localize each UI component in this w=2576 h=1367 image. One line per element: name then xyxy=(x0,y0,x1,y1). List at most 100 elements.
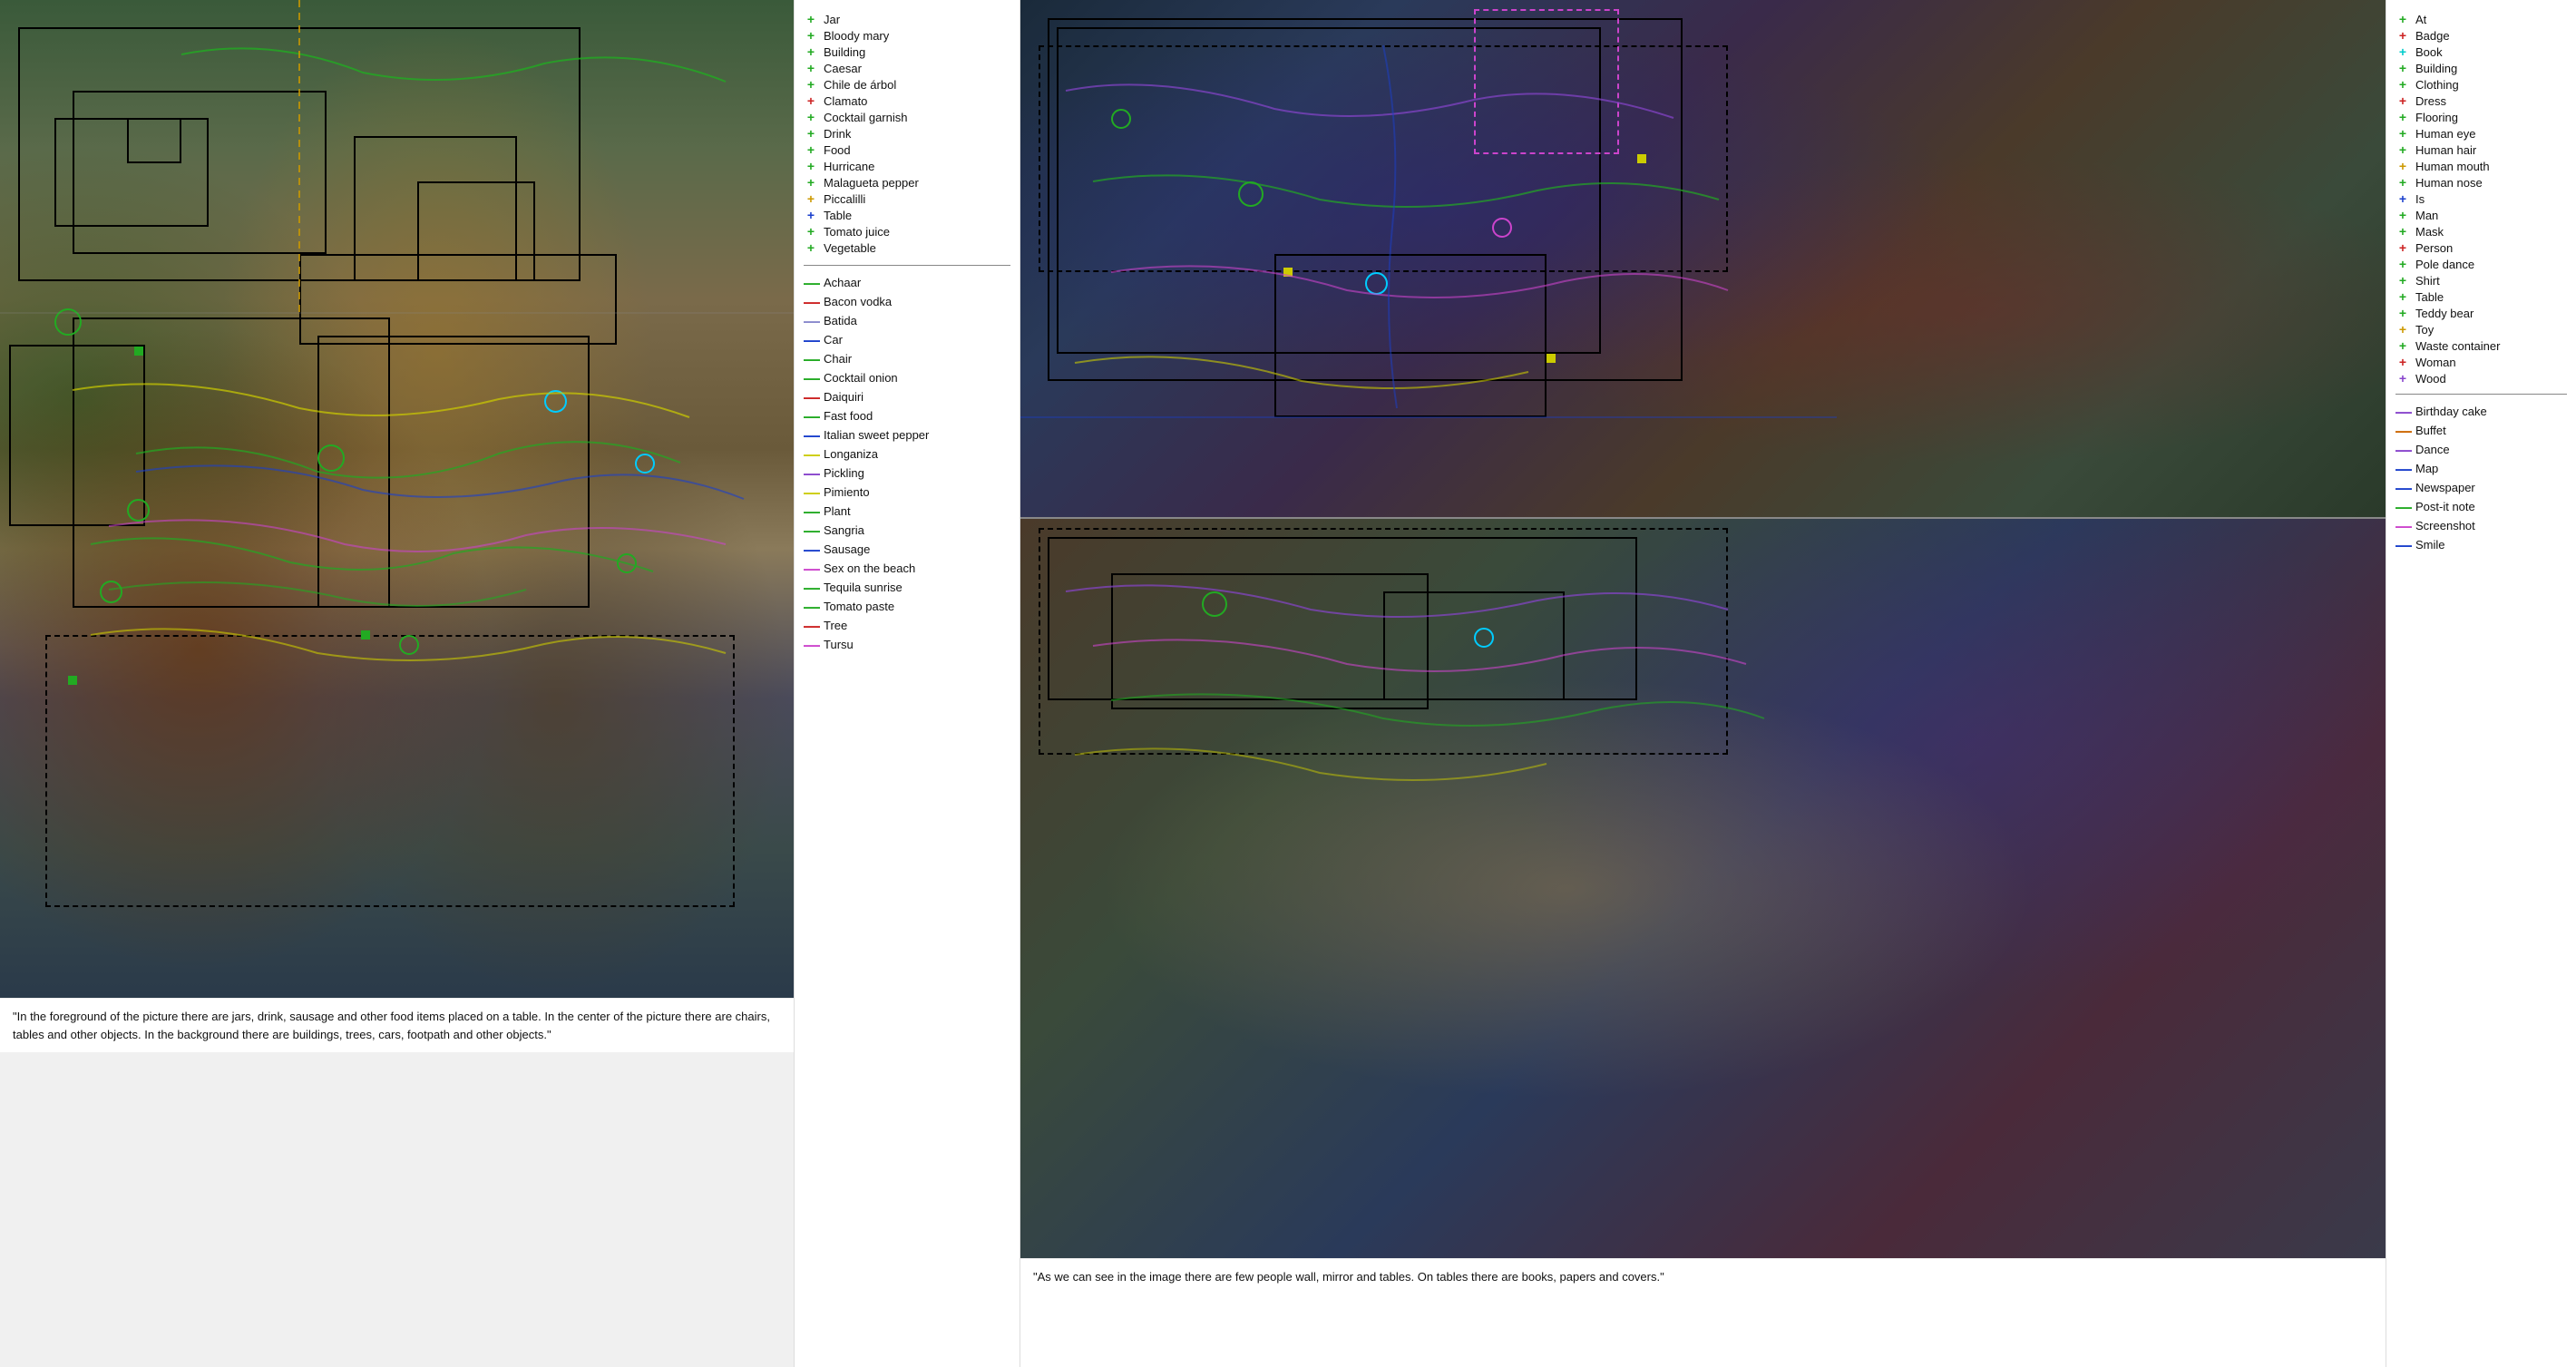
legend-item: + Cocktail garnish xyxy=(804,109,1010,125)
legend-label: Jar xyxy=(824,13,840,26)
legend-item: + Book xyxy=(2395,44,2567,60)
legend-label: Pimiento xyxy=(824,485,870,499)
legend-item: — Sex on the beach xyxy=(804,559,1010,578)
legend-label: Tomato juice xyxy=(824,225,890,239)
legend-label: Cocktail onion xyxy=(824,371,898,385)
right-caption-content: "As we can see in the image there are fe… xyxy=(1033,1270,1664,1284)
legend-label: Table xyxy=(2415,290,2444,304)
legend-item: — Longaniza xyxy=(804,444,1010,464)
legend-icon: + xyxy=(804,225,818,238)
legend-label: Hurricane xyxy=(824,160,874,173)
legend-label: Caesar xyxy=(824,62,862,75)
rt-square-2 xyxy=(1547,354,1556,363)
right-bottom-image xyxy=(1020,519,2386,1258)
legend-icon: — xyxy=(2395,404,2410,420)
main-container: "In the foreground of the picture there … xyxy=(0,0,2576,1367)
legend-icon: + xyxy=(804,29,818,42)
legend-item: + Jar xyxy=(804,11,1010,27)
legend-icon: + xyxy=(2395,209,2410,221)
legend-item: + Hurricane xyxy=(804,158,1010,174)
legend-label: Chair xyxy=(824,352,852,366)
legend-label: Clothing xyxy=(2415,78,2459,92)
legend-label: Screenshot xyxy=(2415,519,2475,532)
legend-icon: + xyxy=(2395,192,2410,205)
legend-label: Human mouth xyxy=(2415,160,2490,173)
legend-item: + Chile de árbol xyxy=(804,76,1010,93)
middle-legend: + Jar + Bloody mary + Building + Caesar … xyxy=(794,0,1020,1367)
annotation-box-blue-3 xyxy=(9,345,145,526)
legend-label: Human hair xyxy=(2415,143,2476,157)
legend-item: + Wood xyxy=(2395,370,2567,386)
legend-item: + Vegetable xyxy=(804,239,1010,256)
legend-icon: + xyxy=(2395,372,2410,385)
legend-item: — Smile xyxy=(2395,535,2567,554)
legend-item: — Birthday cake xyxy=(2395,402,2567,421)
legend-label: Fast food xyxy=(824,409,873,423)
legend-icon: + xyxy=(804,78,818,91)
legend-item: + Human nose xyxy=(2395,174,2567,190)
legend-icon: + xyxy=(804,209,818,221)
legend-item: — Fast food xyxy=(804,406,1010,425)
legend-label: Vegetable xyxy=(824,241,876,255)
annotation-box-blue-dashed xyxy=(45,635,735,907)
rt-square-3 xyxy=(1637,154,1646,163)
legend-icon: — xyxy=(804,522,818,539)
legend-label: Mask xyxy=(2415,225,2444,239)
legend-item: + Badge xyxy=(2395,27,2567,44)
legend-icon: — xyxy=(804,313,818,329)
legend-icon: + xyxy=(804,13,818,25)
right-captions: "As we can see in the image there are fe… xyxy=(1020,1258,2386,1367)
legend-label: Tree xyxy=(824,619,847,632)
legend-label: Daiquiri xyxy=(824,390,864,404)
square-marker-1 xyxy=(134,347,143,356)
legend-label: Teddy bear xyxy=(2415,307,2474,320)
legend-icon: + xyxy=(804,241,818,254)
rt-ann-yellow xyxy=(1274,254,1547,417)
legend-icon: + xyxy=(2395,13,2410,25)
legend-item: + Human mouth xyxy=(2395,158,2567,174)
legend-item: + Man xyxy=(2395,207,2567,223)
legend-item: + Caesar xyxy=(804,60,1010,76)
right-legend: + At + Badge + Book + Building + Clothin… xyxy=(2386,0,2576,1367)
legend-icon: + xyxy=(804,94,818,107)
legend-icon: + xyxy=(2395,274,2410,287)
legend-item: — Screenshot xyxy=(2395,516,2567,535)
legend-icon: + xyxy=(2395,94,2410,107)
legend-item: — Cocktail onion xyxy=(804,368,1010,387)
square-marker-3 xyxy=(68,676,77,685)
legend-icon: — xyxy=(804,446,818,463)
legend-item: — Tursu xyxy=(804,635,1010,654)
legend-item: + Teddy bear xyxy=(2395,305,2567,321)
legend-item: — Bacon vodka xyxy=(804,292,1010,311)
square-marker-2 xyxy=(361,630,370,640)
annotation-circle-3 xyxy=(127,499,150,522)
legend-label: Is xyxy=(2415,192,2425,206)
rt-ann-dashed xyxy=(1039,45,1728,272)
legend-item: — Tequila sunrise xyxy=(804,578,1010,597)
legend-icon: + xyxy=(2395,356,2410,368)
legend-item: — Newspaper xyxy=(2395,478,2567,497)
legend-icon: + xyxy=(804,176,818,189)
legend-icon: + xyxy=(2395,111,2410,123)
right-top-image xyxy=(1020,0,2386,517)
legend-label: Achaar xyxy=(824,276,861,289)
legend-item: — Plant xyxy=(804,502,1010,521)
legend-item: + Table xyxy=(2395,288,2567,305)
legend-label: Chile de árbol xyxy=(824,78,896,92)
legend-label: Tomato paste xyxy=(824,600,894,613)
left-legend-items-section2: — Achaar — Bacon vodka — Batida — Car — … xyxy=(804,273,1010,654)
left-legend-items-section1: + Jar + Bloody mary + Building + Caesar … xyxy=(804,11,1010,256)
legend-item: + Flooring xyxy=(2395,109,2567,125)
legend-label: At xyxy=(2415,13,2426,26)
legend-item: + Bloody mary xyxy=(804,27,1010,44)
legend-icon: + xyxy=(2395,62,2410,74)
legend-label: Human eye xyxy=(2415,127,2475,141)
rb-circle-1 xyxy=(1202,591,1227,617)
legend-label: Buffet xyxy=(2415,424,2446,437)
legend-icon: + xyxy=(2395,45,2410,58)
legend-label: Piccalilli xyxy=(824,192,865,206)
legend-label: Man xyxy=(2415,209,2438,222)
legend-icon: — xyxy=(804,275,818,291)
legend-label: Sausage xyxy=(824,542,870,556)
annotation-circle-2 xyxy=(317,444,345,472)
